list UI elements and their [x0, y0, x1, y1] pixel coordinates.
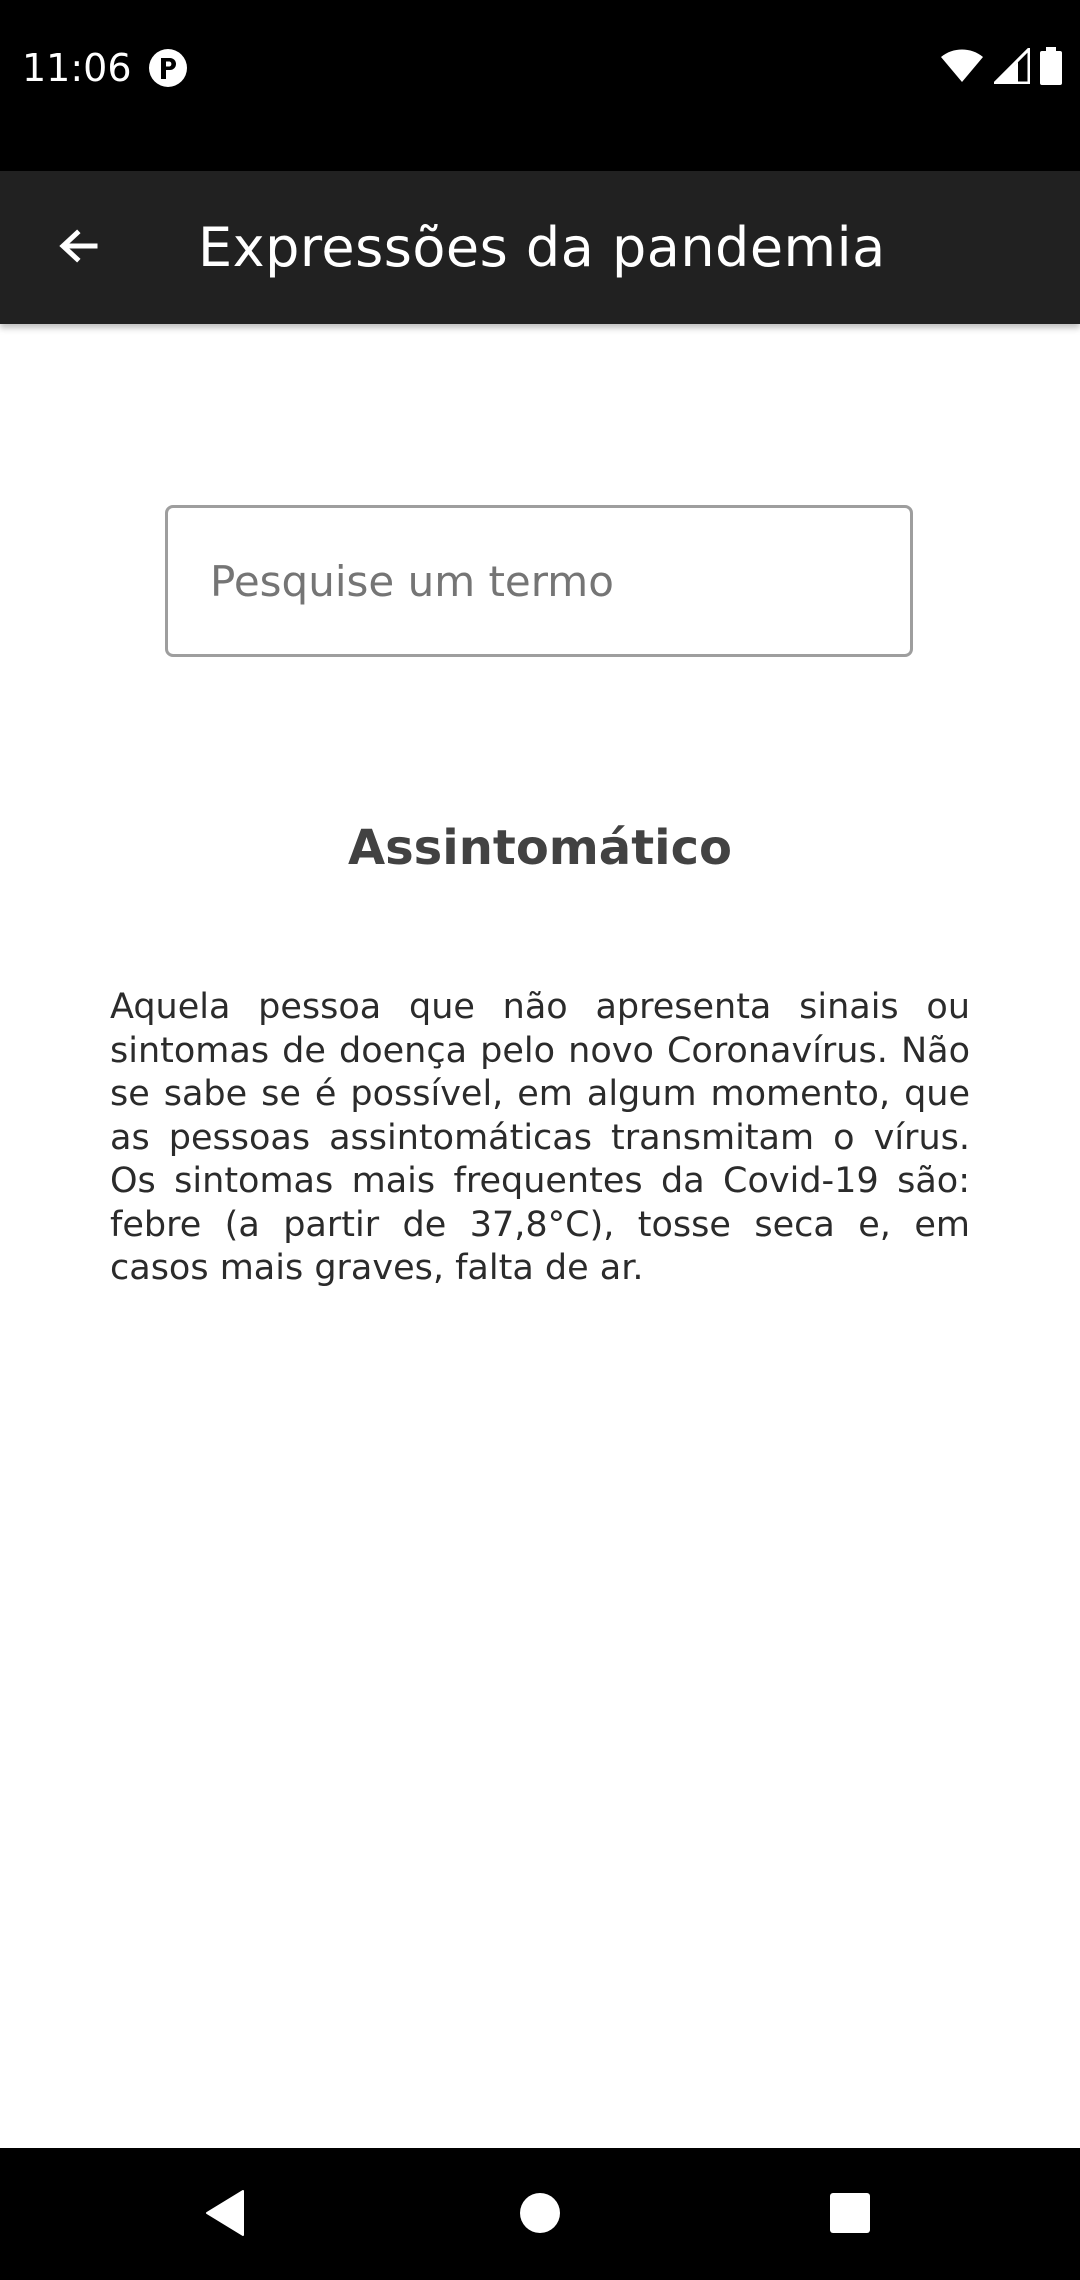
nav-recents-button[interactable]: [805, 2170, 895, 2260]
back-triangle-icon: [203, 2189, 247, 2241]
nav-home-button[interactable]: [495, 2170, 585, 2260]
status-icons: [940, 45, 1062, 90]
back-button[interactable]: [34, 203, 124, 293]
signal-icon: [991, 45, 1031, 88]
navigation-bar: [0, 2148, 1080, 2280]
wifi-icon: [940, 48, 984, 88]
status-time: 11:06: [22, 46, 132, 90]
arrow-left-icon: [55, 222, 103, 274]
nav-back-button[interactable]: [180, 2170, 270, 2260]
status-bar: 11:06: [0, 0, 1080, 171]
circle-p-icon: [148, 48, 188, 88]
search-field[interactable]: [165, 505, 913, 657]
page-title: Expressões da pandemia: [198, 216, 886, 279]
recents-square-icon: [828, 2191, 872, 2239]
term-title: Assintomático: [347, 820, 733, 876]
term-description: Aquela pessoa que não apresenta sinais o…: [110, 987, 970, 1288]
home-circle-icon: [518, 2191, 562, 2239]
battery-icon: [1040, 47, 1062, 89]
search-input[interactable]: [210, 508, 890, 654]
app-bar: Expressões da pandemia: [0, 171, 1080, 324]
